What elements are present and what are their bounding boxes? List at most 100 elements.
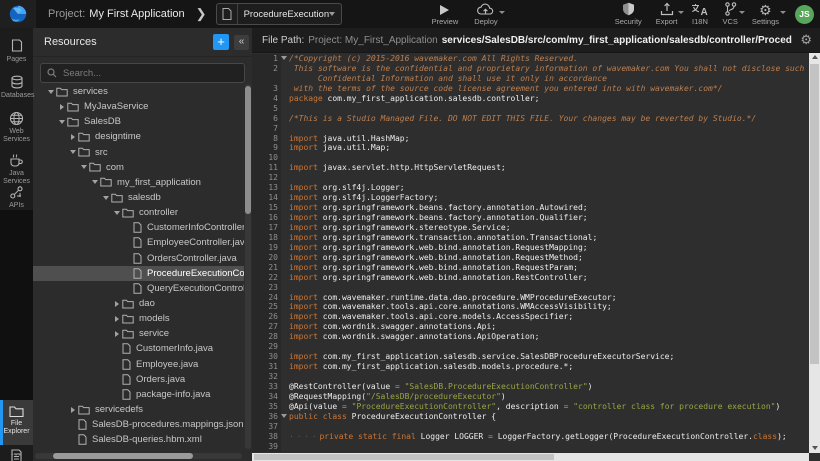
tree-item-label: ProcedureExecutionController.java <box>147 268 244 279</box>
caret-open-icon[interactable] <box>67 150 78 154</box>
fold-arrow-icon[interactable] <box>281 56 287 60</box>
breadcrumb-chevron-icon: ❯ <box>196 6 207 22</box>
i18n-button[interactable]: A I18N <box>691 2 708 26</box>
wavemaker-logo[interactable] <box>0 0 36 28</box>
vertical-scroll-thumb[interactable] <box>810 64 819 364</box>
tree-item-designtime[interactable]: designtime <box>33 129 244 144</box>
tree-item-com[interactable]: com <box>33 160 244 175</box>
tree-item-service[interactable]: service <box>33 326 244 341</box>
code-line: 7 <box>252 124 809 134</box>
caret-open-icon[interactable] <box>78 165 89 169</box>
active-indicator <box>0 400 3 445</box>
tree-item-label: services <box>73 86 108 97</box>
sidebar-item-web-services[interactable]: Web Services <box>0 106 33 151</box>
vcs-button[interactable]: VCS <box>722 2 737 26</box>
collapse-panel-button[interactable]: « <box>234 35 249 50</box>
code-line-text: import com.my_first_application.salesdb.… <box>281 362 809 372</box>
security-button[interactable]: Security <box>615 2 642 26</box>
caret-open-icon[interactable] <box>111 211 122 215</box>
search-input[interactable] <box>61 67 215 80</box>
tree-item-my-first-application[interactable]: my_first_application <box>33 175 244 190</box>
tree-item-salesdb-queries-hbm-xml[interactable]: SalesDB-queries.hbm.xml <box>33 432 244 447</box>
tree-item-procedureexecutioncontroller-java[interactable]: ProcedureExecutionController.java <box>33 266 244 281</box>
code-line: 9import java.util.Map; <box>252 143 809 153</box>
code-editor[interactable]: 1/*Copyright (c) 2015-2016 wavemaker.com… <box>252 52 820 461</box>
tree-item-salesdb[interactable]: SalesDB <box>33 114 244 129</box>
editor-settings-gear-icon[interactable]: ⚙ <box>800 32 812 48</box>
user-avatar[interactable]: JS <box>795 5 814 24</box>
code-line-text: import com.wavemaker.tools.api.core.mode… <box>281 312 809 322</box>
horizontal-scroll-thumb[interactable] <box>254 454 554 460</box>
tree-item-queryexecutioncontroller-java[interactable]: QueryExecutionController.java <box>33 281 244 296</box>
tree-item-customerinfocontroller-java[interactable]: CustomerInfoController.java <box>33 220 244 235</box>
sidebar-item-label: Pages <box>1 56 32 64</box>
file-icon <box>133 237 142 248</box>
resources-search[interactable] <box>40 63 245 83</box>
fold-arrow-icon[interactable] <box>281 414 287 418</box>
tree-item-models[interactable]: models <box>33 311 244 326</box>
wavemaker-logo-icon <box>8 4 28 24</box>
open-file-dropdown[interactable]: ProcedureExecution... <box>216 3 342 25</box>
tree-item-myjavaservice[interactable]: MyJavaService <box>33 99 244 114</box>
tree-item-employeecontroller-java[interactable]: EmployeeController.java <box>33 235 244 250</box>
rail-overflow-dots[interactable]: ••• <box>0 450 33 459</box>
tree-horizontal-scrollbar[interactable] <box>35 453 242 459</box>
export-button[interactable]: Export <box>656 2 678 26</box>
tree-item-orderscontroller-java[interactable]: OrdersController.java <box>33 251 244 266</box>
code-line-text: with the terms of the source code licens… <box>281 84 809 94</box>
sidebar-item-databases[interactable]: Databases <box>0 70 33 107</box>
code-line: 36public class ProcedureExecutionControl… <box>252 412 809 422</box>
tree-item-services[interactable]: services <box>33 84 244 99</box>
sidebar-item-apis[interactable]: APIs <box>0 180 33 215</box>
tree-item-salesdb-procedures-mappings-json[interactable]: SalesDB-procedures.mappings.json <box>33 417 244 432</box>
tree-item-label: SalesDB-procedures.mappings.json <box>92 419 244 430</box>
tree-item-controller[interactable]: controller <box>33 205 244 220</box>
add-resource-button[interactable]: + <box>213 34 229 50</box>
tree-item-employee-java[interactable]: Employee.java <box>33 357 244 372</box>
branch-icon <box>724 2 737 16</box>
caret-closed-icon[interactable] <box>111 301 122 307</box>
sidebar-item-file-explorer[interactable]: File Explorer <box>0 400 33 445</box>
preview-button[interactable]: Preview <box>432 2 459 26</box>
tree-item-orders-java[interactable]: Orders.java <box>33 372 244 387</box>
caret-closed-icon[interactable] <box>111 316 122 322</box>
tree-item-servicedefs[interactable]: servicedefs <box>33 402 244 417</box>
folder-icon <box>111 193 123 203</box>
code-line-text <box>281 124 809 134</box>
line-number: 37 <box>252 422 281 432</box>
tree-item-dao[interactable]: dao <box>33 296 244 311</box>
caret-closed-icon[interactable] <box>111 331 122 337</box>
tree-item-salesdb[interactable]: salesdb <box>33 190 244 205</box>
scroll-up-arrow-icon[interactable] <box>812 55 818 59</box>
search-icon <box>47 68 57 78</box>
sidebar-item-pages[interactable]: Pages <box>0 34 33 71</box>
line-number: 19 <box>252 243 281 253</box>
file-icon <box>133 253 142 264</box>
caret-open-icon[interactable] <box>100 196 111 200</box>
editor-horizontal-scrollbar[interactable] <box>252 453 809 461</box>
caret-open-icon[interactable] <box>89 180 100 184</box>
tree-item-customerinfo-java[interactable]: CustomerInfo.java <box>33 341 244 356</box>
code-line-text: import com.my_first_application.salesdb.… <box>281 352 809 362</box>
scroll-down-arrow-icon[interactable] <box>812 446 818 450</box>
export-caret-icon <box>678 11 684 14</box>
settings-button[interactable]: ⚙ Settings <box>752 2 779 26</box>
caret-closed-icon[interactable] <box>56 104 67 110</box>
line-number: 3 <box>252 84 281 94</box>
deploy-button[interactable]: Deploy <box>474 2 497 26</box>
tree-item-label: QueryExecutionController.java <box>147 283 244 294</box>
resources-header: Resources + « <box>33 28 252 57</box>
caret-open-icon[interactable] <box>45 90 56 94</box>
rail-gap <box>0 210 33 400</box>
tree-item-src[interactable]: src <box>33 145 244 160</box>
caret-closed-icon[interactable] <box>67 134 78 140</box>
caret-closed-icon[interactable] <box>67 407 78 413</box>
editor-vertical-scrollbar[interactable] <box>809 52 820 453</box>
tree-item-package-info-java[interactable]: package-info.java <box>33 387 244 402</box>
tree-item-label: CustomerInfo.java <box>136 343 213 354</box>
tree-vertical-scrollbar[interactable] <box>245 84 251 449</box>
caret-open-icon[interactable] <box>56 120 67 124</box>
code-line: 28import com.wordnik.swagger.annotations… <box>252 332 809 342</box>
pages-icon <box>10 39 24 54</box>
code-line-text: import org.springframework.beans.factory… <box>281 213 809 223</box>
